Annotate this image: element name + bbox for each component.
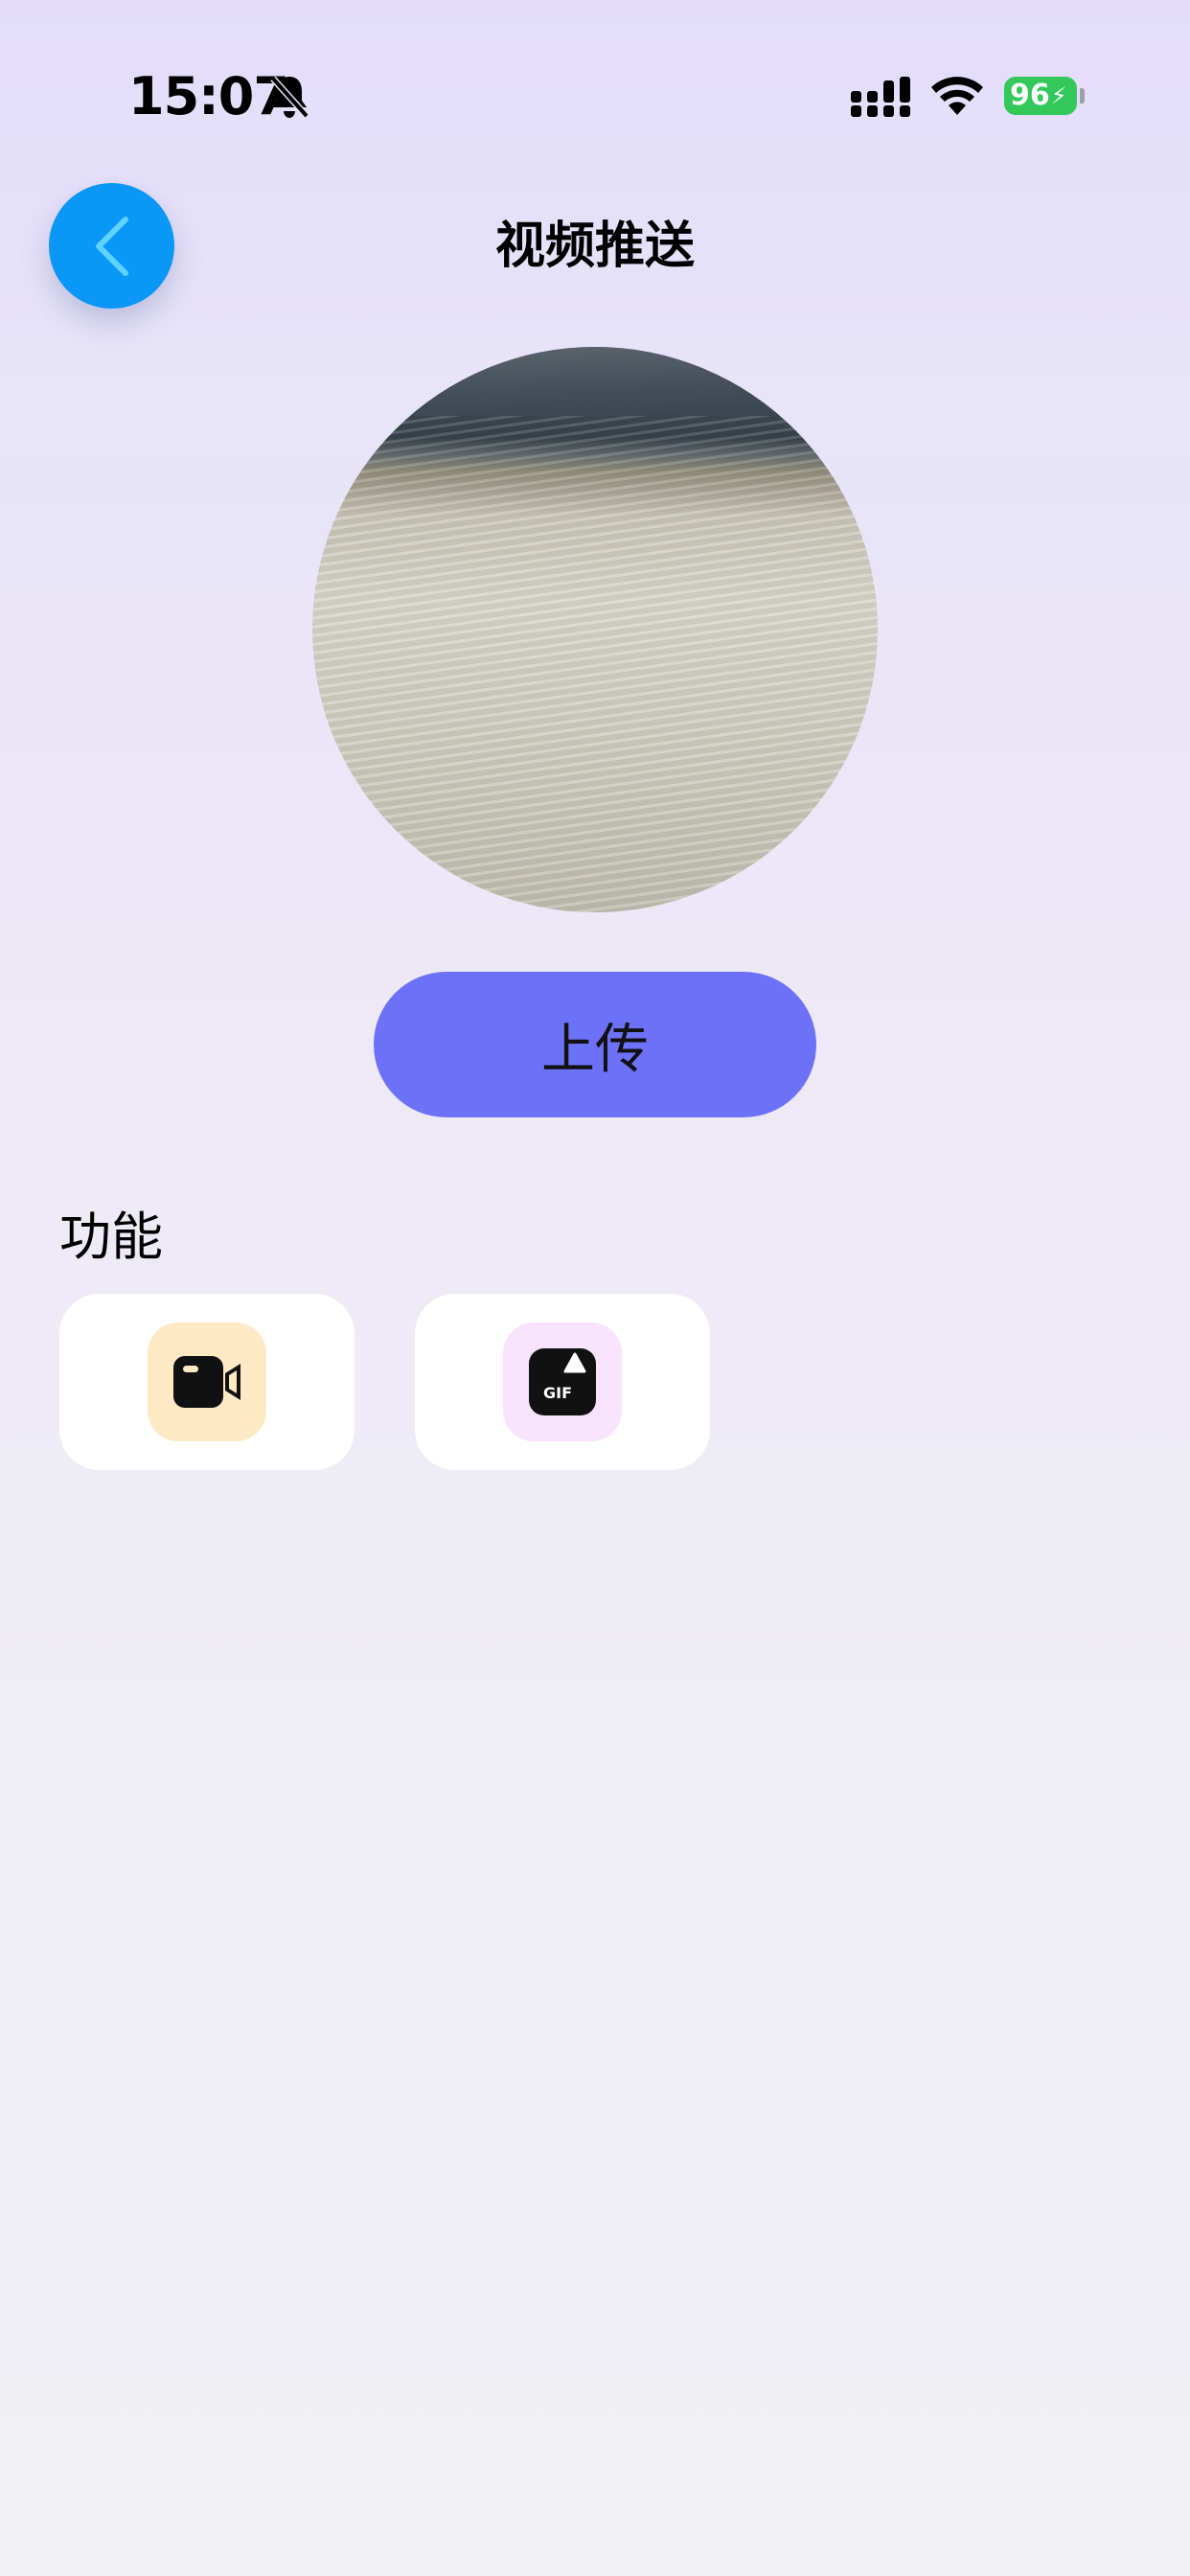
wifi-icon bbox=[931, 77, 983, 115]
svg-text:GIF: GIF bbox=[543, 1384, 572, 1402]
charging-bolt-icon: ⚡ bbox=[1050, 82, 1067, 109]
video-camera-icon bbox=[173, 1356, 240, 1408]
video-function-card[interactable] bbox=[59, 1294, 355, 1470]
gif-function-icon-bg: GIF bbox=[503, 1322, 622, 1441]
page-title: 视频推送 bbox=[494, 218, 695, 275]
battery-indicator: 96 ⚡ bbox=[1004, 77, 1077, 115]
bell-muted-icon bbox=[270, 76, 309, 119]
video-function-icon-bg bbox=[148, 1322, 266, 1441]
battery-tip bbox=[1080, 88, 1085, 104]
status-time: 15:07 bbox=[128, 66, 289, 126]
preview-thumbnail-detail bbox=[312, 347, 878, 416]
status-bar: 15:07 96 ⚡ bbox=[0, 0, 1190, 192]
gif-icon: GIF bbox=[529, 1348, 596, 1415]
gif-function-card[interactable]: GIF bbox=[415, 1294, 710, 1470]
video-preview[interactable] bbox=[312, 347, 878, 912]
battery-level: 96 bbox=[1010, 79, 1050, 112]
section-title-functions: 功能 bbox=[59, 1207, 163, 1267]
cellular-signal-icon bbox=[851, 77, 910, 117]
upload-button[interactable]: 上传 bbox=[374, 972, 816, 1117]
